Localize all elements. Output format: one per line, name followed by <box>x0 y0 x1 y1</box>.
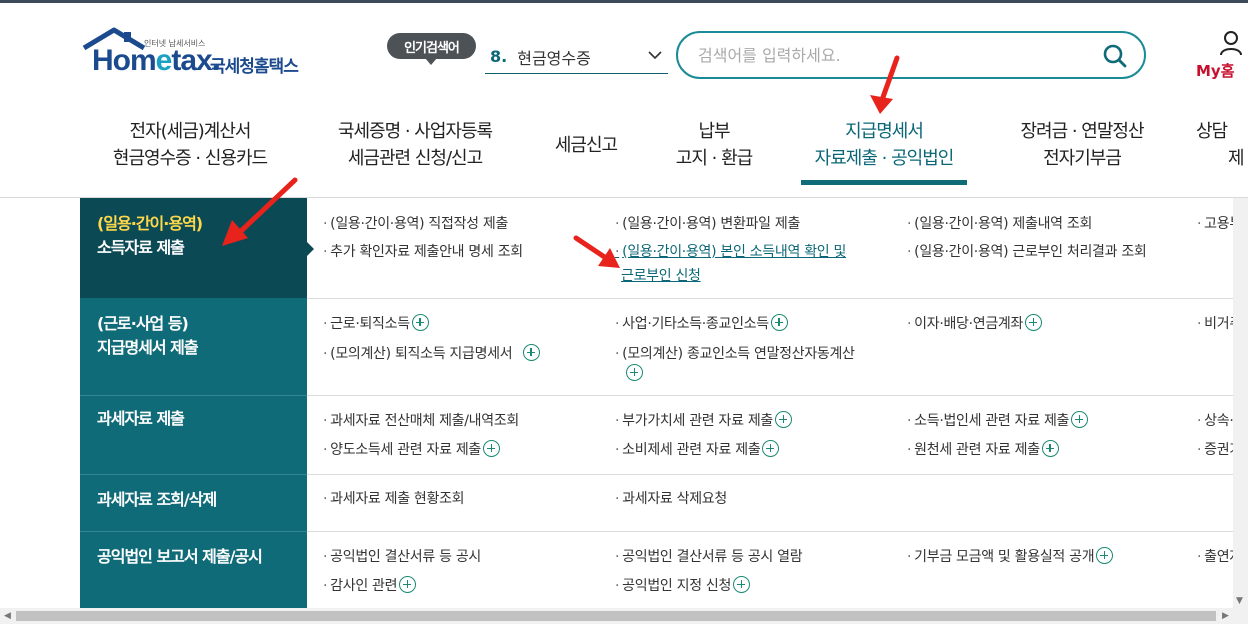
plus-icon[interactable] <box>522 344 540 361</box>
menu-link-disclosure-view[interactable]: 공익법인 결산서류 등 공시 열람 <box>615 543 802 571</box>
menu-link-submit-history[interactable]: (일용·간이·용역) 제출내역 조회 <box>907 210 1092 238</box>
category-divider <box>80 531 307 532</box>
menu-link-submit-status[interactable]: 과세자료 제출 현황조회 <box>323 485 464 513</box>
plus-icon[interactable] <box>762 440 780 457</box>
nav-item-incentive[interactable]: 장려금 · 연말정산 전자기부금 <box>1004 118 1160 172</box>
scroll-left-icon[interactable]: ◀ <box>4 611 11 621</box>
menu-link-auditor[interactable]: 감사인 관련 <box>323 572 417 600</box>
scroll-down-icon[interactable]: ▼ <box>1236 596 1243 606</box>
category-tax-data-inquiry[interactable]: 과세자료 조회/삭제 <box>80 474 307 531</box>
logo-wordmark: Hometax. <box>92 44 220 77</box>
popular-search-badge: 인기검색어 <box>387 33 476 65</box>
user-icon <box>1220 31 1242 56</box>
menu-link-business-income[interactable]: 사업·기타소득·종교인소득 <box>615 310 788 338</box>
menu-link-settlement-disclosure[interactable]: 공익법인 결산서류 등 공시 <box>323 543 481 571</box>
menu-link-withholding-tax[interactable]: 원천세 관련 자료 제출 <box>907 436 1059 464</box>
nav-item-payment-statement[interactable]: 지급명세서 자료제출 · 공익법인 <box>801 118 967 172</box>
menu-link-consumption-tax[interactable]: 소비제세 관련 자료 제출 <box>615 436 780 464</box>
row-divider <box>307 395 1248 396</box>
plus-icon[interactable] <box>770 314 788 331</box>
plus-icon[interactable] <box>775 411 792 428</box>
row-divider <box>307 531 1248 532</box>
scroll-right-icon[interactable]: ▶ <box>1222 611 1229 621</box>
plus-icon[interactable] <box>1071 411 1089 428</box>
nav-item-payment[interactable]: 납부 고지 · 환급 <box>664 118 764 172</box>
category-public-corp-report[interactable]: 공익법인 보고서 제출/공시 <box>80 531 307 608</box>
myhome-link[interactable]: My홈 <box>1196 30 1248 80</box>
category-tax-data-submit[interactable]: 과세자료 제출 <box>80 395 307 474</box>
menu-link-income-check-line2[interactable]: 근로부인 신청 <box>621 262 701 290</box>
horizontal-scroll-thumb[interactable] <box>16 611 1216 621</box>
chevron-down-icon <box>648 51 662 60</box>
menu-link-vat[interactable]: 부가가치세 관련 자료 제출 <box>615 407 792 435</box>
menu-link-transfer-income[interactable]: 양도소득세 관련 자료 제출 <box>323 436 500 464</box>
plus-icon[interactable] <box>483 440 500 457</box>
menu-link-corporate-tax[interactable]: 소득·법인세 관련 자료 제출 <box>907 407 1089 435</box>
menu-link-direct-submit[interactable]: (일용·간이·용역) 직접작성 제출 <box>323 210 508 238</box>
row-divider <box>307 474 1248 475</box>
category-daily-income[interactable]: (일용·간이·용역) 소득자료 제출 <box>80 198 307 298</box>
search-icon[interactable] <box>1102 43 1128 69</box>
plus-icon[interactable] <box>1041 440 1059 457</box>
menu-link-earned-income[interactable]: 근로·퇴직소득 <box>323 310 429 338</box>
category-payment-statement[interactable]: (근로·사업 등) 지급명세서 제출 <box>80 298 307 395</box>
menu-link-mock-religious[interactable]: (모의계산) 종교인소득 연말정산자동계산 <box>615 340 855 368</box>
nav-item-tax-filing[interactable]: 세금신고 <box>546 132 626 159</box>
plus-icon[interactable] <box>626 364 643 381</box>
search-box[interactable] <box>676 31 1146 79</box>
vertical-scrollbar[interactable]: ▼ <box>1233 198 1248 608</box>
menu-link-deny-result[interactable]: (일용·간이·용역) 근로부인 처리결과 조회 <box>907 238 1147 266</box>
nav-active-underline <box>801 180 967 185</box>
logo-korean-name: 국세청홈택스 <box>210 57 299 77</box>
mega-menu: (일용·간이·용역) 소득자료 제출 (근로·사업 등) 지급명세서 제출 과세… <box>80 198 1248 608</box>
main-nav: 전자(세금)계산서 현금영수증 · 신용카드 국세증명 · 사업자등록 세금관련… <box>0 118 1248 188</box>
plus-icon[interactable] <box>1096 547 1114 564</box>
menu-link-donation-disclosure[interactable]: 기부금 모금액 및 활용실적 공개 <box>907 543 1114 571</box>
popular-keyword: 현금영수증 <box>517 48 591 68</box>
popular-keyword-select[interactable]: 8. 현금영수증 <box>485 40 668 74</box>
category-divider <box>80 474 307 475</box>
menu-link-interest-dividend[interactable]: 이자·배당·연금계좌 <box>907 310 1043 338</box>
top-border <box>0 0 1248 3</box>
row-divider <box>307 298 1248 299</box>
menu-link-file-submit[interactable]: (일용·간이·용역) 변환파일 제출 <box>615 210 800 238</box>
menu-link-designation-request[interactable]: 공익법인 지정 신청 <box>615 572 751 600</box>
menu-link-mock-retirement[interactable]: (모의계산) 퇴직소득 지급명세서 <box>323 340 540 368</box>
menu-link-electronic-media[interactable]: 과세자료 전산매체 제출/내역조회 <box>323 407 519 435</box>
plus-icon[interactable] <box>411 314 429 331</box>
myhome-label: My홈 <box>1196 62 1235 80</box>
horizontal-scrollbar[interactable]: ◀ ▶ <box>0 608 1248 624</box>
nav-item-certificates[interactable]: 국세증명 · 사업자등록 세금관련 신청/신고 <box>322 118 508 172</box>
plus-icon[interactable] <box>1025 314 1043 331</box>
hometax-logo[interactable]: 인터넷 납세서비스 Hometax. 국세청홈택스 <box>82 26 322 78</box>
active-category-pointer <box>307 242 314 256</box>
plus-icon[interactable] <box>399 576 417 593</box>
plus-icon[interactable] <box>733 576 751 593</box>
menu-link-additional-check[interactable]: 추가 확인자료 제출안내 명세 조회 <box>323 238 523 266</box>
menu-link-delete-request[interactable]: 과세자료 삭제요청 <box>615 485 727 513</box>
nav-item-e-invoice[interactable]: 전자(세금)계산서 현금영수증 · 신용카드 <box>100 118 280 172</box>
search-input[interactable] <box>698 43 1088 67</box>
nav-item-consulting[interactable]: 상담 제 <box>1196 118 1248 172</box>
category-divider <box>80 395 307 396</box>
popular-rank: 8. <box>490 47 508 66</box>
